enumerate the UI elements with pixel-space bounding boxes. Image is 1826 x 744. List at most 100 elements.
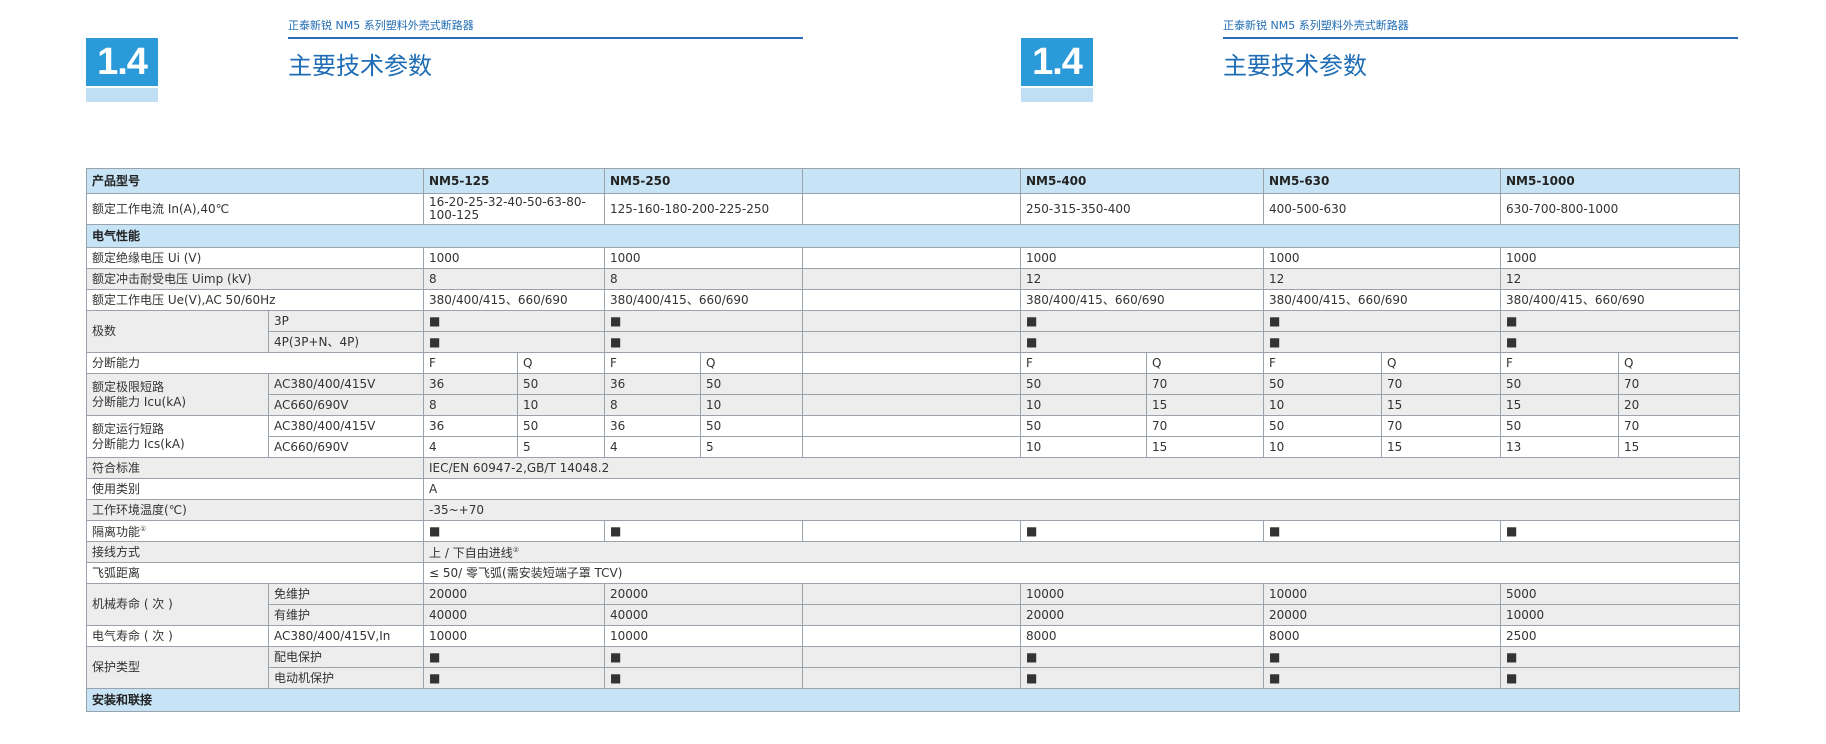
gutter-cell <box>802 268 1022 290</box>
cell-value: 12 <box>1263 268 1502 290</box>
available-mark: ■ <box>1263 310 1502 332</box>
table-row: 额定运行短路 分断能力 Ics(kA) AC380/400/415V 36 50 … <box>86 415 1741 458</box>
row-label: 飞弧距离 <box>85 562 425 584</box>
gutter-cell <box>802 394 1022 416</box>
cell-value: 380/400/415、660/690 <box>604 289 804 311</box>
cell-value: 16-20-25-32-40-50-63-80-100-125 <box>423 193 606 225</box>
row-label-icu: 额定极限短路 分断能力 Icu(kA) <box>86 373 269 416</box>
row-label: 电气寿命 ( 次 ) <box>86 625 269 647</box>
cell-value: 10 <box>1263 436 1383 458</box>
cell-value: 20000 <box>1020 604 1265 626</box>
sub-label: 3P <box>267 310 425 332</box>
table-row: 4P(3P+N、4P) ■ ■ ■ ■ ■ <box>87 331 1741 353</box>
section-row: 电气性能 <box>85 224 1741 248</box>
row-label: 额定绝缘电压 Ui (V) <box>85 247 425 269</box>
row-label: 符合标准 <box>85 457 425 479</box>
cell-value: 1000 <box>423 247 606 269</box>
model-nm5-630: NM5-630 <box>1263 168 1502 194</box>
cell-value: 15 <box>1500 394 1620 416</box>
level-q: Q <box>517 352 606 374</box>
cell-value: IEC/EN 60947-2,GB/T 14048.2 <box>423 457 1741 479</box>
label-line: 分断能力 Ics(kA) <box>92 436 185 451</box>
section-row: 安装和联接 <box>85 688 1741 712</box>
sub-label: AC380/400/415V <box>267 373 425 395</box>
gutter-cell <box>802 583 1022 605</box>
cell-value: 10000 <box>423 625 606 647</box>
cell-value: 5 <box>517 436 606 458</box>
row-label: 极数 <box>86 310 269 353</box>
cell-value: 40000 <box>604 604 804 626</box>
gutter-cell <box>802 168 1022 194</box>
cell-value: 2500 <box>1500 625 1741 647</box>
table-row: 保护类型 配电保护 ■ ■ ■ ■ ■ <box>86 646 1741 689</box>
table-row: 隔离功能① ■ ■ ■ ■ ■ <box>85 520 1741 542</box>
header-divider <box>288 37 803 39</box>
cell-value: A <box>423 478 1741 500</box>
footnote-mark: ① <box>140 525 147 533</box>
cell-value: 4 <box>423 436 519 458</box>
cell-value: 630-700-800-1000 <box>1500 193 1741 225</box>
cell-value: 380/400/415、660/690 <box>1263 289 1502 311</box>
cell-value: 1000 <box>1020 247 1265 269</box>
level-f: F <box>1020 352 1148 374</box>
available-mark: ■ <box>423 667 606 689</box>
gutter-cell <box>802 310 1022 332</box>
available-mark: ■ <box>1263 520 1502 542</box>
available-mark: ■ <box>1263 667 1502 689</box>
table-row: 极数 3P ■ ■ ■ ■ ■ <box>86 310 1741 353</box>
model-nm5-400: NM5-400 <box>1020 168 1265 194</box>
level-q: Q <box>1618 352 1741 374</box>
cell-value: 15 <box>1381 394 1502 416</box>
sub-label: 有维护 <box>267 604 425 626</box>
cell-value: 10 <box>1020 436 1148 458</box>
row-label: 接线方式 <box>85 541 425 563</box>
cell-value: 10 <box>1263 394 1383 416</box>
section-number: 1.4 <box>1021 38 1093 86</box>
cell-value: 20000 <box>604 583 804 605</box>
cell-value: 50 <box>700 415 804 437</box>
available-mark: ■ <box>604 310 804 332</box>
available-mark: ■ <box>1020 520 1265 542</box>
level-f: F <box>423 352 519 374</box>
row-label-isolation: 隔离功能① <box>85 520 425 542</box>
cell-value: 12 <box>1500 268 1741 290</box>
cell-value: 50 <box>517 415 606 437</box>
row-label: 工作环境温度(℃) <box>85 499 425 521</box>
label-line: 分断能力 Icu(kA) <box>92 394 187 409</box>
sub-label: 配电保护 <box>267 646 425 668</box>
cell-value: 50 <box>517 373 606 395</box>
table-row: 额定绝缘电压 Ui (V) 1000 1000 1000 1000 1000 <box>85 247 1741 269</box>
cell-value: 36 <box>423 373 519 395</box>
table-row: AC660/690V 8 10 8 10 10 15 10 15 15 20 <box>87 394 1741 416</box>
label-line: 额定极限短路 <box>92 379 165 394</box>
cell-value: 36 <box>604 373 702 395</box>
table-row: 电动机保护 ■ ■ ■ ■ ■ <box>87 667 1741 689</box>
gutter-cell <box>802 415 1022 437</box>
available-mark: ■ <box>423 646 606 668</box>
cell-value: 50 <box>1500 415 1620 437</box>
cell-value: 70 <box>1381 415 1502 437</box>
available-mark: ■ <box>423 310 606 332</box>
gutter-cell <box>802 667 1022 689</box>
table-row: 飞弧距离 ≤ 50/ 零飞弧(需安装短端子罩 TCV) <box>85 562 1741 584</box>
cell-value: 380/400/415、660/690 <box>1500 289 1741 311</box>
cell-value: 70 <box>1618 415 1741 437</box>
gutter-cell <box>802 625 1022 647</box>
table-row: 机械寿命 ( 次 ) 免维护 20000 20000 10000 10000 5… <box>86 583 1741 626</box>
level-q: Q <box>1146 352 1265 374</box>
sub-label: 免维护 <box>267 583 425 605</box>
available-mark: ■ <box>1263 646 1502 668</box>
section-badge-shade <box>1021 88 1093 102</box>
cell-value: ≤ 50/ 零飞弧(需安装短端子罩 TCV) <box>423 562 1741 584</box>
spec-table: 产品型号 NM5-125 NM5-250 NM5-400 NM5-630 NM5… <box>85 168 1741 712</box>
cell-value: 4 <box>604 436 702 458</box>
cell-value: 10000 <box>1500 604 1741 626</box>
gutter-cell <box>802 373 1022 395</box>
gutter-cell <box>802 289 1022 311</box>
cell-value: 50 <box>1500 373 1620 395</box>
page-title: 主要技术参数 <box>1223 52 1367 80</box>
model-nm5-125: NM5-125 <box>423 168 606 194</box>
cell-value: 20000 <box>1263 604 1502 626</box>
cell-value: 13 <box>1500 436 1620 458</box>
cell-value: 36 <box>604 415 702 437</box>
